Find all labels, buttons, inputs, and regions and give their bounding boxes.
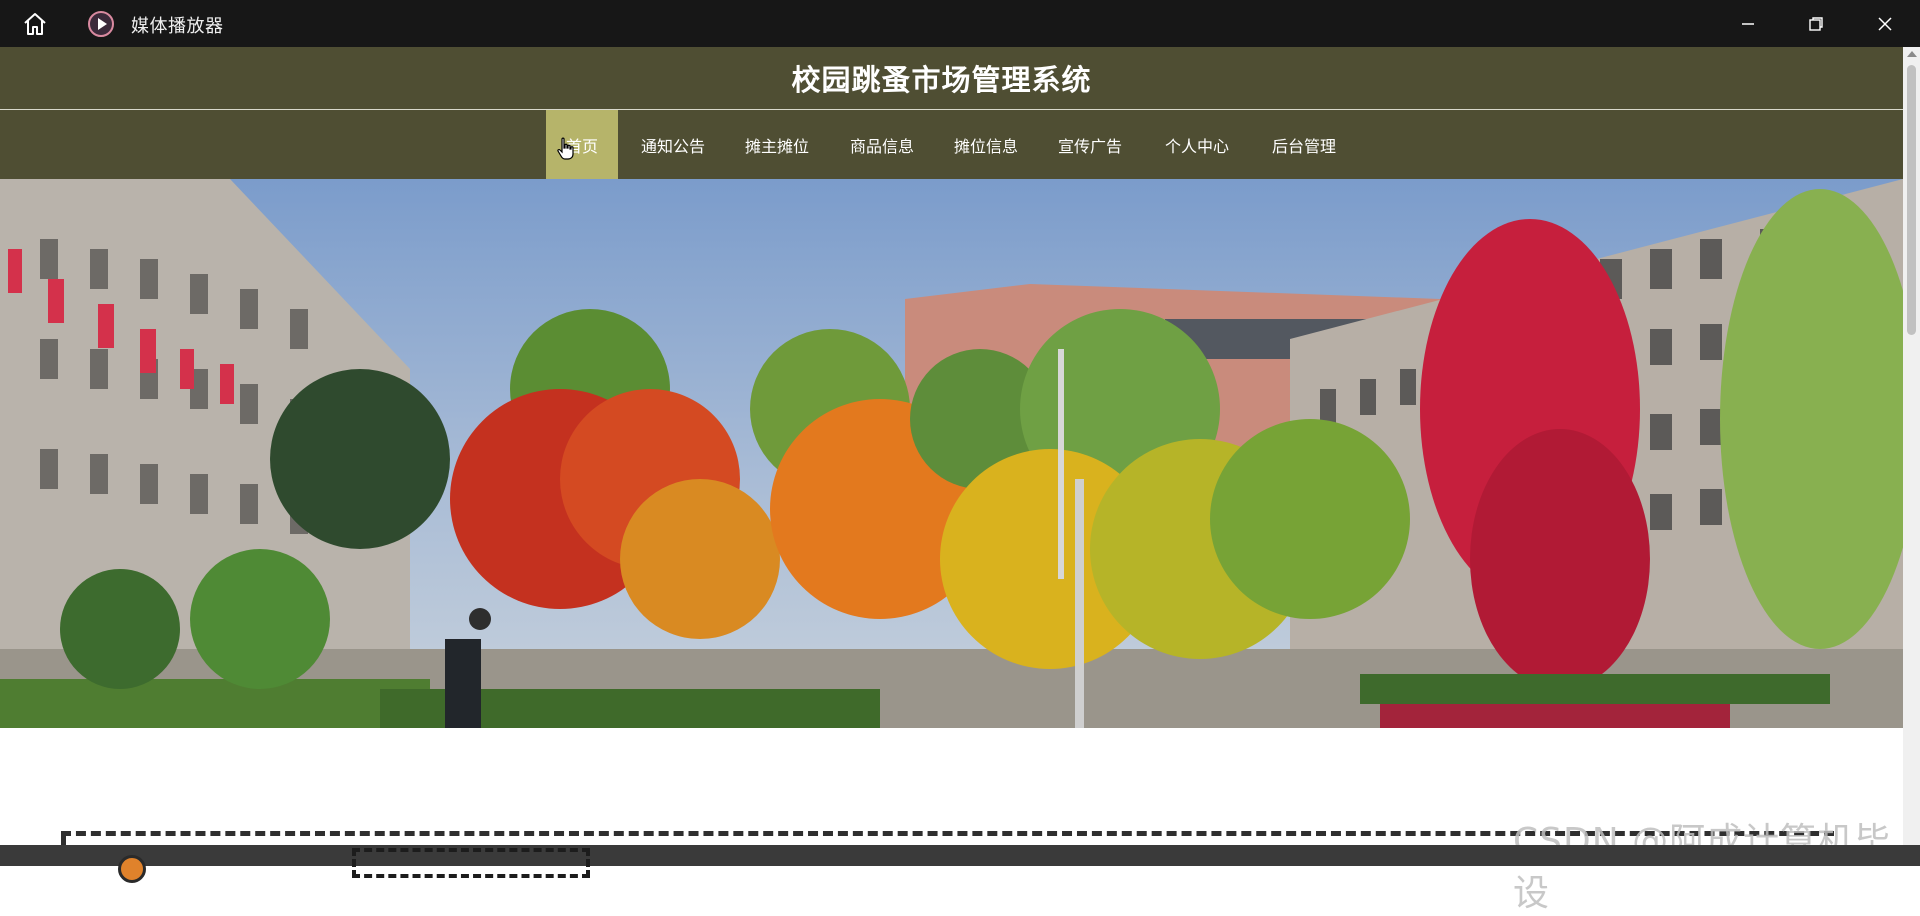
nav-item-ads[interactable]: 宣传广告 xyxy=(1047,110,1133,179)
site-title: 校园跳蚤市场管理系统 xyxy=(791,63,1092,97)
close-button[interactable] xyxy=(1855,0,1915,47)
nav-item-admin[interactable]: 后台管理 xyxy=(1261,110,1347,179)
nav-item-vendor-stalls[interactable]: 摊主摊位 xyxy=(734,110,820,179)
page-scrollbar[interactable] xyxy=(1903,47,1920,845)
seek-thumb[interactable] xyxy=(118,855,146,883)
maximize-button[interactable] xyxy=(1786,0,1846,47)
main-nav: 首页 通知公告 摊主摊位 商品信息 摊位信息 宣传广告 个人中心 后台管理 xyxy=(0,110,1903,179)
media-player-icon xyxy=(88,11,114,37)
minimize-button[interactable] xyxy=(1718,0,1778,47)
nav-item-notices[interactable]: 通知公告 xyxy=(630,110,716,179)
minimize-icon xyxy=(1742,22,1754,25)
scroll-up-arrow-icon[interactable] xyxy=(1907,51,1917,57)
nav-item-stall-info[interactable]: 摊位信息 xyxy=(943,110,1029,179)
site-header: 校园跳蚤市场管理系统 xyxy=(0,47,1903,110)
window-titlebar: 媒体播放器 xyxy=(0,0,1920,47)
dashed-selection-box xyxy=(352,848,590,878)
campus-banner-image xyxy=(0,179,1903,728)
dashed-divider-edge xyxy=(61,831,66,846)
nav-item-products[interactable]: 商品信息 xyxy=(839,110,925,179)
media-player-controls xyxy=(0,845,1920,866)
nav-item-profile[interactable]: 个人中心 xyxy=(1154,110,1240,179)
window-title: 媒体播放器 xyxy=(131,16,224,37)
scrollbar-thumb[interactable] xyxy=(1907,65,1916,335)
hand-cursor-icon xyxy=(557,137,574,160)
close-icon xyxy=(1878,16,1892,31)
maximize-icon xyxy=(1809,16,1823,31)
home-icon[interactable] xyxy=(22,11,48,37)
